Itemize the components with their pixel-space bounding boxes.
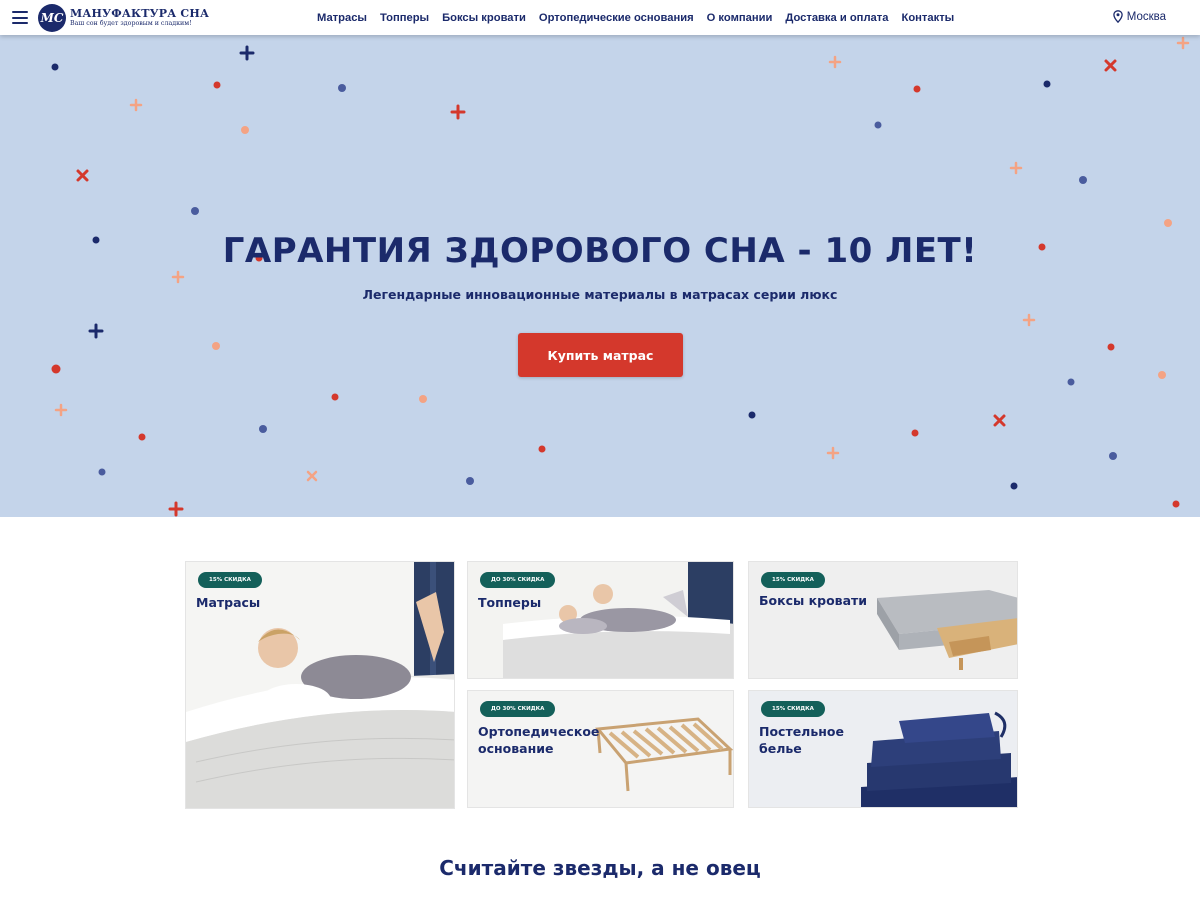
nav-link-delivery[interactable]: Доставка и оплата bbox=[785, 12, 888, 24]
discount-badge: ДО 30% СКИДКА bbox=[480, 701, 556, 717]
nav-link-bed-boxes[interactable]: Боксы кровати bbox=[442, 12, 526, 24]
nav-link-mattresses[interactable]: Матрасы bbox=[317, 12, 367, 24]
discount-badge: 15% СКИДКА bbox=[761, 701, 825, 717]
site-header: МС МАНУФАКТУРА СНА Ваш сон будет здоровы… bbox=[0, 0, 1200, 35]
card-title: Матрасы bbox=[196, 595, 261, 610]
card-title: Боксы кровати bbox=[759, 593, 868, 608]
discount-badge: 15% СКИДКА bbox=[761, 572, 825, 588]
category-card-orthopedic-base[interactable]: ДО 30% СКИДКА Ортопедическое основание bbox=[467, 690, 734, 808]
category-card-toppers[interactable]: ДО 30% СКИДКА Топперы bbox=[467, 561, 734, 679]
card-title: Ортопедическое основание bbox=[478, 724, 600, 756]
discount-badge: ДО 30% СКИДКА bbox=[480, 572, 556, 588]
hero-banner: ГАРАНТИЯ ЗДОРОВОГО СНА - 10 ЛЕТ! Легенда… bbox=[0, 35, 1200, 517]
main-nav: Матрасы Топперы Боксы кровати Ортопедиче… bbox=[317, 0, 967, 35]
hero-title: ГАРАНТИЯ ЗДОРОВОГО СНА - 10 ЛЕТ! bbox=[222, 231, 978, 271]
nav-link-orthopedic-bases[interactable]: Ортопедические основания bbox=[539, 12, 694, 24]
card-title: Постельное белье bbox=[759, 724, 844, 756]
nav-link-contacts[interactable]: Контакты bbox=[901, 12, 954, 24]
discount-badge: 15% СКИДКА bbox=[198, 572, 262, 588]
city-selector[interactable]: Москва bbox=[1112, 10, 1166, 23]
location-pin-icon bbox=[1112, 10, 1123, 23]
hero-subtitle: Легендарные инновационные материалы в ма… bbox=[362, 287, 838, 302]
confetti-decoration bbox=[51, 36, 1190, 517]
card-title: Топперы bbox=[478, 595, 542, 610]
logo-mark: МС bbox=[38, 4, 66, 32]
section-title: Считайте звезды, а не овец bbox=[439, 856, 761, 880]
city-name: Москва bbox=[1126, 10, 1166, 23]
buy-mattress-button[interactable]: Купить матрас bbox=[518, 333, 683, 377]
nav-link-about[interactable]: О компании bbox=[707, 12, 773, 24]
logo-tagline: Ваш сон будет здоровым и сладким! bbox=[70, 20, 192, 27]
hamburger-menu-icon[interactable] bbox=[12, 11, 28, 24]
category-card-bed-linen[interactable]: 15% СКИДКА Постельное белье bbox=[748, 690, 1018, 808]
logo[interactable]: МС МАНУФАКТУРА СНА Ваш сон будет здоровы… bbox=[38, 4, 209, 32]
category-card-bed-boxes[interactable]: 15% СКИДКА Боксы кровати bbox=[748, 561, 1018, 679]
nav-link-toppers[interactable]: Топперы bbox=[380, 12, 429, 24]
logo-title: МАНУФАКТУРА СНА bbox=[70, 7, 210, 20]
category-card-mattresses[interactable]: 15% СКИДКА Матрасы bbox=[185, 561, 455, 809]
